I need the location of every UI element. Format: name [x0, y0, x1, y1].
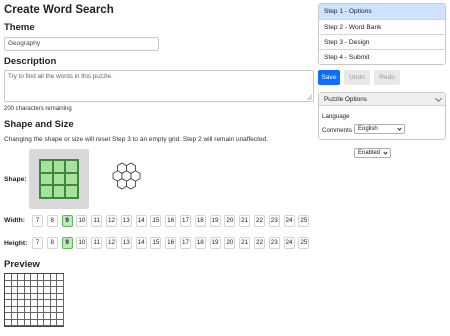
step-item-4[interactable]: Step 4 - Submit: [319, 49, 445, 64]
width-option-24[interactable]: 24: [283, 215, 295, 227]
height-option-22[interactable]: 22: [253, 237, 265, 249]
action-buttons: Save Undo Redo: [318, 70, 400, 85]
chevron-down-icon: [434, 94, 443, 103]
width-option-7[interactable]: 7: [32, 215, 43, 227]
comments-value: Enabled: [358, 150, 381, 156]
description-heading: Description: [4, 56, 57, 67]
chars-remaining: 200 characters remaining: [4, 106, 72, 112]
width-option-18[interactable]: 18: [194, 215, 206, 227]
puzzle-options-panel: Puzzle Options Language English Comments…: [318, 92, 446, 158]
width-option-22[interactable]: 22: [253, 215, 265, 227]
width-option-16[interactable]: 16: [165, 215, 177, 227]
steps-nav: Step 1 - Options Step 2 - Word Bank Step 3…: [318, 3, 446, 65]
height-option-19[interactable]: 19: [209, 237, 221, 249]
description-textarea[interactable]: Try to find all the words in this puzzle…: [4, 70, 314, 102]
width-option-14[interactable]: 14: [135, 215, 147, 227]
puzzle-options-title: Puzzle Options: [324, 96, 367, 103]
height-option-15[interactable]: 15: [150, 237, 162, 249]
square-shape-option[interactable]: [29, 149, 89, 209]
comments-select[interactable]: Enabled: [354, 148, 391, 158]
height-option-25[interactable]: 25: [298, 237, 310, 249]
height-option-16[interactable]: 16: [165, 237, 177, 249]
width-option-15[interactable]: 15: [150, 215, 162, 227]
width-option-19[interactable]: 19: [209, 215, 221, 227]
chevron-down-icon: [383, 150, 388, 155]
height-option-8[interactable]: 8: [46, 237, 58, 249]
language-label: Language: [322, 113, 350, 120]
width-option-21[interactable]: 21: [239, 215, 251, 227]
shape-heading: Shape and Size: [4, 119, 74, 130]
width-options: 7 8 9 10 11 12 13 14 15 16 17 18 19 20 21 22 23 24 25: [32, 215, 313, 227]
undo-button[interactable]: Undo: [344, 70, 370, 85]
height-option-13[interactable]: 13: [120, 237, 132, 249]
description-placeholder: Try to find all the words in this puzzle…: [8, 73, 113, 80]
width-option-10[interactable]: 10: [76, 215, 88, 227]
redo-button[interactable]: Redo: [374, 70, 400, 85]
step-item-1[interactable]: Step 1 - Options: [319, 4, 445, 19]
height-option-18[interactable]: 18: [194, 237, 206, 249]
width-option-25[interactable]: 25: [298, 215, 310, 227]
square-grid-icon: [39, 159, 79, 199]
puzzle-options-header[interactable]: Puzzle Options: [319, 93, 445, 106]
preview-heading: Preview: [4, 259, 40, 270]
width-option-13[interactable]: 13: [120, 215, 132, 227]
step-item-2[interactable]: Step 2 - Word Bank: [319, 19, 445, 34]
save-button[interactable]: Save: [318, 70, 340, 85]
chevron-down-icon: [397, 126, 402, 131]
resize-handle-icon[interactable]: [307, 95, 312, 100]
comments-label: Comments: [322, 127, 352, 134]
shape-info-text: Changing the shape or size will reset St…: [4, 136, 268, 143]
hexagon-shape-option[interactable]: [99, 149, 159, 209]
width-option-12[interactable]: 12: [105, 215, 117, 227]
language-select[interactable]: English: [354, 124, 405, 134]
preview-grid: [4, 273, 64, 327]
shape-label: Shape:: [4, 176, 27, 183]
width-option-8[interactable]: 8: [46, 215, 58, 227]
height-option-24[interactable]: 24: [283, 237, 295, 249]
height-option-9[interactable]: 9: [61, 237, 73, 249]
width-label: Width:: [4, 217, 26, 224]
height-options: 7 8 9 10 11 12 13 14 15 16 17 18 19 20 21 22 23 24 25: [32, 237, 313, 249]
height-option-20[interactable]: 20: [224, 237, 236, 249]
language-value: English: [358, 126, 378, 132]
theme-input[interactable]: Geography: [4, 37, 159, 51]
step-item-3[interactable]: Step 3 - Design: [319, 34, 445, 49]
height-label: Height:: [4, 240, 28, 247]
width-option-9[interactable]: 9: [61, 215, 73, 227]
height-option-12[interactable]: 12: [105, 237, 117, 249]
height-option-23[interactable]: 23: [268, 237, 280, 249]
height-option-10[interactable]: 10: [76, 237, 88, 249]
height-option-14[interactable]: 14: [135, 237, 147, 249]
preview-cell: [57, 319, 64, 326]
page-title: Create Word Search: [4, 4, 114, 16]
width-option-11[interactable]: 11: [91, 215, 103, 227]
width-option-20[interactable]: 20: [224, 215, 236, 227]
height-option-17[interactable]: 17: [179, 237, 191, 249]
height-option-21[interactable]: 21: [239, 237, 251, 249]
height-option-11[interactable]: 11: [91, 237, 103, 249]
theme-heading: Theme: [4, 22, 35, 33]
width-option-23[interactable]: 23: [268, 215, 280, 227]
width-option-17[interactable]: 17: [179, 215, 191, 227]
height-option-7[interactable]: 7: [32, 237, 43, 249]
hexagon-shape-icon: [112, 162, 141, 190]
